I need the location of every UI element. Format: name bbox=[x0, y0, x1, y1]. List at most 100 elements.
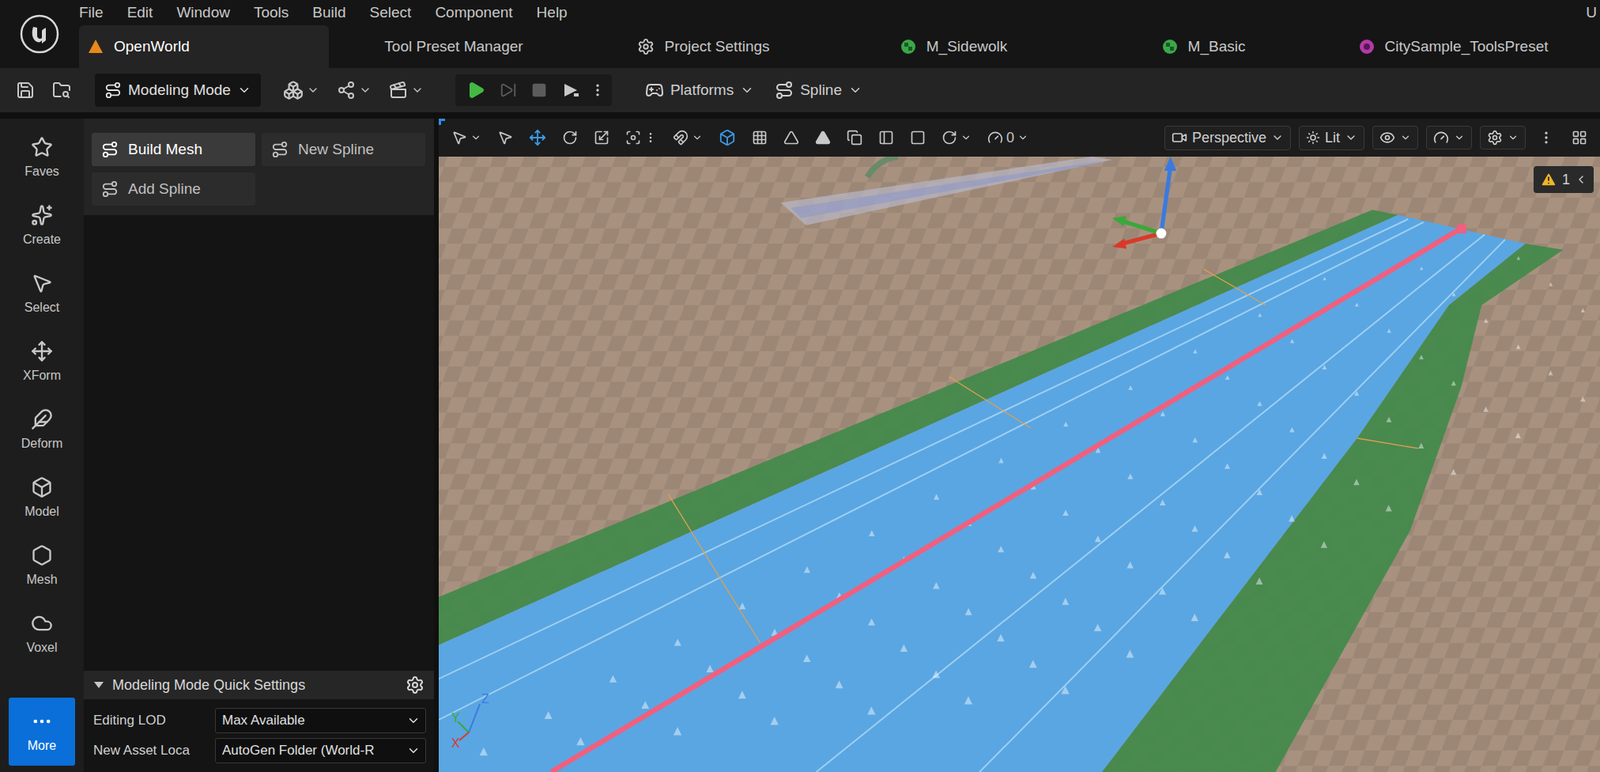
rail-item[interactable]: XForm bbox=[8, 327, 76, 396]
save-button[interactable] bbox=[11, 77, 40, 103]
document-tab[interactable]: M_Sidewolk bbox=[828, 25, 1079, 68]
expand-arrow-icon bbox=[93, 679, 105, 691]
ellipsis-icon bbox=[30, 709, 53, 733]
add-actor-icon bbox=[283, 79, 304, 101]
translate-button[interactable] bbox=[524, 125, 551, 150]
settings-label: New Asset Loca bbox=[93, 742, 211, 759]
tool-button[interactable]: New Spline bbox=[261, 132, 426, 167]
menu-item[interactable]: Component bbox=[434, 3, 513, 22]
document-tab[interactable]: CitySample_ToolsPreset bbox=[1328, 25, 1578, 68]
quick-settings-header[interactable]: Modeling Mode Quick Settings bbox=[83, 670, 434, 699]
chevron-down-icon bbox=[1453, 132, 1465, 144]
pointer-icon bbox=[451, 129, 468, 146]
play-control[interactable] bbox=[494, 78, 522, 102]
select-button[interactable] bbox=[492, 126, 518, 149]
warning-badge[interactable]: 1 bbox=[1533, 166, 1594, 193]
rail-item[interactable]: Create bbox=[8, 191, 76, 260]
triangle-icon bbox=[783, 129, 800, 146]
pivot-button[interactable] bbox=[620, 126, 662, 149]
rail-item[interactable]: Model bbox=[8, 463, 76, 532]
play-control[interactable] bbox=[526, 79, 552, 102]
rotate-button[interactable] bbox=[557, 126, 583, 149]
document-tab[interactable]: Tool Preset Manager bbox=[328, 25, 579, 68]
tri-fill-button[interactable] bbox=[810, 126, 836, 149]
menu-item[interactable]: Window bbox=[176, 3, 231, 22]
local-space-button[interactable] bbox=[713, 125, 741, 150]
viewport: 0PerspectiveLit1ZYX bbox=[438, 118, 1600, 772]
square-icon bbox=[909, 129, 926, 146]
rail-item[interactable]: Faves bbox=[8, 123, 76, 192]
settings-label: Editing LOD bbox=[93, 712, 211, 729]
tool-buttons-area: Build MeshNew SplineAdd Spline bbox=[83, 118, 434, 216]
split-button[interactable] bbox=[873, 126, 899, 149]
content-browser-button[interactable] bbox=[47, 77, 76, 103]
document-tab[interactable]: OpenWorld bbox=[79, 25, 329, 68]
menu-item[interactable]: Edit bbox=[127, 3, 154, 22]
material-icon bbox=[899, 37, 917, 56]
viewport-more-button[interactable] bbox=[1533, 126, 1559, 149]
half-button[interactable] bbox=[905, 126, 931, 149]
tool-button[interactable]: Add Spline bbox=[91, 172, 256, 206]
rail-item[interactable]: Select bbox=[8, 259, 76, 328]
blueprint-button[interactable] bbox=[332, 77, 377, 103]
quick-settings-fields: Editing LODMax AvailableNew Asset LocaAu… bbox=[83, 698, 434, 772]
rail-item[interactable]: Deform bbox=[8, 395, 76, 464]
tool-panel: Build MeshNew SplineAdd Spline Modeling M… bbox=[83, 118, 434, 772]
eject-icon[interactable] bbox=[561, 80, 581, 100]
road-mesh bbox=[438, 209, 1600, 772]
angle-snap-button[interactable]: 0 bbox=[982, 126, 1034, 150]
settings-dropdown[interactable]: Max Available bbox=[215, 707, 427, 733]
menu-item[interactable]: File bbox=[79, 3, 104, 22]
rail-item[interactable]: Voxel bbox=[8, 599, 76, 668]
advance-frame-icon[interactable] bbox=[499, 81, 517, 99]
rail-item[interactable]: Mesh bbox=[8, 531, 76, 600]
rail-item[interactable]: More bbox=[8, 697, 76, 766]
transform-gizmo[interactable] bbox=[1112, 156, 1177, 250]
performance-dropdown[interactable] bbox=[1426, 125, 1472, 150]
menu-item[interactable]: Build bbox=[312, 3, 346, 22]
document-tab[interactable]: Project Settings bbox=[578, 25, 829, 68]
view-mode-dropdown[interactable]: Perspective bbox=[1164, 125, 1291, 151]
cinematics-button[interactable] bbox=[384, 77, 429, 103]
folder-search-icon bbox=[52, 80, 72, 100]
tool-button[interactable]: Build Mesh bbox=[91, 132, 256, 167]
lighting-dropdown[interactable]: Lit bbox=[1298, 125, 1365, 151]
unreal-logo-icon[interactable] bbox=[19, 14, 60, 54]
stop-icon[interactable] bbox=[531, 82, 548, 99]
spline-tool-icon bbox=[101, 140, 119, 159]
pointer-icon bbox=[497, 129, 514, 146]
mode-dropdown[interactable]: Modeling Mode bbox=[94, 73, 261, 107]
viewport-scene[interactable] bbox=[438, 156, 1600, 772]
document-tab[interactable]: M_Basic bbox=[1078, 25, 1329, 68]
header-main: File Edit Window Tools Build Select Component H… bbox=[79, 0, 1600, 68]
more-options-icon[interactable] bbox=[589, 82, 606, 99]
surface-snap-button[interactable] bbox=[667, 126, 708, 149]
feather-icon bbox=[30, 407, 53, 431]
rotation-snap-icon bbox=[941, 129, 958, 146]
lit-icon bbox=[1305, 130, 1321, 145]
menu-item[interactable]: Select bbox=[369, 3, 412, 22]
add-actor-button[interactable] bbox=[278, 76, 325, 104]
scale-button[interactable] bbox=[588, 126, 615, 149]
menu-item[interactable]: Tools bbox=[253, 3, 289, 22]
play-control[interactable] bbox=[461, 77, 491, 103]
rotation-snap-button[interactable] bbox=[936, 126, 977, 149]
grid-snap-button[interactable] bbox=[747, 126, 773, 149]
spline-dropdown[interactable]: Spline bbox=[768, 77, 869, 103]
menu-item[interactable]: Help bbox=[536, 3, 568, 22]
hexagon-icon bbox=[30, 543, 53, 567]
platforms-dropdown[interactable]: Platforms bbox=[638, 77, 761, 103]
select-mode-button[interactable] bbox=[446, 126, 487, 149]
tri-button[interactable] bbox=[778, 126, 804, 149]
play-icon[interactable] bbox=[466, 80, 486, 100]
play-control[interactable] bbox=[556, 77, 585, 103]
show-dropdown[interactable] bbox=[1372, 125, 1419, 150]
chevron-down-icon bbox=[1017, 132, 1029, 144]
settings-dropdown[interactable] bbox=[1479, 125, 1526, 150]
layout-button[interactable] bbox=[1566, 126, 1593, 149]
copy-button[interactable] bbox=[841, 126, 868, 149]
settings-dropdown[interactable]: AutoGen Folder (World-R bbox=[215, 737, 427, 763]
chevron-down-icon bbox=[848, 83, 863, 98]
box-icon bbox=[30, 475, 53, 499]
gear-icon[interactable] bbox=[405, 675, 425, 695]
